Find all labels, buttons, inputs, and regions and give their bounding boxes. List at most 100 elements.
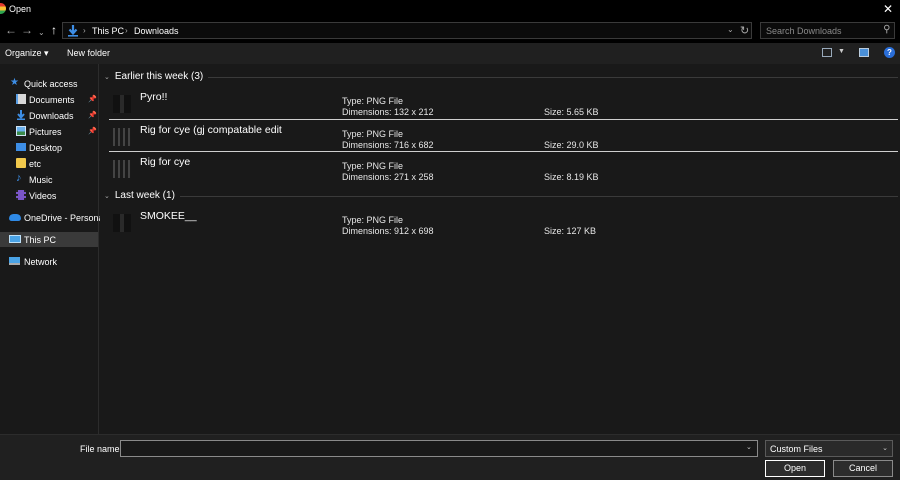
sidebar-item-label: Network: [24, 257, 58, 267]
sidebar-item-label: OneDrive - Personal: [24, 213, 106, 223]
breadcrumb-this-pc[interactable]: This PC: [92, 26, 124, 36]
sidebar-item-videos[interactable]: Videos: [0, 188, 98, 203]
file-dimensions: Dimensions: 912 x 698: [342, 226, 434, 236]
file-size: Size: 8.19 KB: [544, 172, 599, 182]
file-type-filter-select[interactable]: Custom Files ⌄: [765, 440, 893, 457]
search-box[interactable]: Search Downloads ⚲: [760, 22, 895, 39]
organize-button[interactable]: Organize ▾: [5, 48, 49, 59]
sidebar-item-label: Videos: [29, 191, 57, 201]
open-button[interactable]: Open: [765, 460, 825, 477]
forward-arrow-icon[interactable]: →: [21, 23, 33, 37]
sidebar-item-downloads[interactable]: Downloads 📌: [0, 108, 98, 123]
refresh-icon[interactable]: ↻: [740, 24, 749, 37]
navigation-pane: ★ Quick access Documents 📌 Downloads 📌 P…: [0, 64, 106, 434]
sidebar-item-onedrive[interactable]: OneDrive - Personal: [0, 210, 106, 225]
cloud-icon: [9, 214, 21, 221]
new-folder-button[interactable]: New folder: [67, 48, 110, 58]
file-size: Size: 127 KB: [544, 226, 597, 236]
file-name: Rig for cye (gj compatable edit: [140, 124, 282, 136]
file-dimensions: Dimensions: 271 x 258: [342, 172, 434, 182]
sidebar-item-label: Downloads: [29, 111, 74, 121]
videos-icon: [16, 190, 26, 200]
sidebar-item-music[interactable]: ♪ Music: [0, 172, 98, 187]
navigation-bar: ← → ⌄ ↑ › This PC › Downloads ⌄ ↻ Search…: [0, 19, 900, 43]
recent-locations-chevron-icon[interactable]: ⌄: [38, 26, 45, 40]
file-name-chevron-down-icon[interactable]: ⌄: [746, 443, 752, 451]
collapse-chevron-icon[interactable]: ⌄: [104, 192, 110, 200]
group-title: Last week (1): [114, 190, 175, 201]
download-icon: [68, 25, 78, 37]
window-title: Open: [9, 4, 32, 14]
title-bar: Open ✕: [0, 0, 900, 19]
download-icon: [17, 110, 25, 120]
app-icon: [0, 3, 6, 14]
file-name-label: File name:: [80, 444, 123, 454]
group-header-earlier-this-week[interactable]: ⌄ Earlier this week (3): [104, 71, 203, 82]
group-header-last-week[interactable]: ⌄ Last week (1): [104, 190, 175, 201]
sidebar-item-label: Desktop: [29, 143, 63, 153]
group-divider: [208, 77, 898, 78]
sidebar-item-etc[interactable]: etc: [0, 156, 98, 171]
chevron-down-icon: ⌄: [882, 445, 888, 452]
file-item-pyro[interactable]: Pyro!! Type: PNG File Dimensions: 132 x …: [109, 87, 898, 117]
desktop-icon: [16, 143, 26, 151]
collapse-chevron-icon[interactable]: ⌄: [104, 73, 110, 81]
pin-icon[interactable]: 📌: [88, 127, 97, 135]
star-icon: ★: [10, 77, 19, 88]
view-options-chevron-icon[interactable]: ▼: [838, 48, 845, 55]
preview-pane-icon[interactable]: [859, 48, 869, 57]
file-type: Type: PNG File: [342, 96, 404, 106]
file-type: Type: PNG File: [342, 129, 404, 139]
change-view-icon[interactable]: [822, 48, 832, 57]
sidebar-item-documents[interactable]: Documents 📌: [0, 92, 98, 107]
dialog-footer: File name: ⌄ Custom Files ⌄ Open Cancel: [0, 434, 900, 480]
sidebar-item-label: Documents: [29, 95, 75, 105]
sidebar-item-quick-access[interactable]: ★ Quick access: [0, 76, 98, 91]
file-name: Rig for cye: [140, 156, 191, 168]
image-thumbnail-icon: [113, 214, 131, 232]
file-item-rig-for-cye-edit[interactable]: Rig for cye (gj compatable edit Type: PN…: [109, 120, 898, 150]
up-arrow-icon[interactable]: ↑: [51, 23, 57, 37]
breadcrumb-separator-icon: ›: [83, 26, 86, 35]
pin-icon[interactable]: 📌: [88, 111, 97, 119]
file-name: SMOKEE__: [140, 210, 197, 222]
file-name: Pyro!!: [140, 91, 168, 103]
cancel-button[interactable]: Cancel: [833, 460, 893, 477]
sidebar-item-label: etc: [29, 159, 42, 169]
address-bar[interactable]: › This PC › Downloads ⌄ ↻: [62, 22, 752, 39]
help-icon[interactable]: ?: [884, 47, 895, 58]
file-name-input[interactable]: [120, 440, 758, 457]
network-icon: [9, 257, 20, 265]
sidebar-item-label: Pictures: [29, 127, 62, 137]
pictures-icon: [16, 126, 26, 136]
breadcrumb-downloads[interactable]: Downloads: [134, 26, 179, 36]
file-type: Type: PNG File: [342, 215, 404, 225]
file-type: Type: PNG File: [342, 161, 404, 171]
file-dimensions: Dimensions: 716 x 682: [342, 140, 434, 150]
sidebar-item-this-pc[interactable]: This PC: [0, 232, 98, 247]
search-input[interactable]: Search Downloads: [766, 26, 842, 36]
close-icon[interactable]: ✕: [883, 2, 893, 16]
music-icon: ♪: [16, 172, 22, 184]
sidebar-item-pictures[interactable]: Pictures 📌: [0, 124, 98, 139]
file-dimensions: Dimensions: 132 x 212: [342, 107, 434, 117]
group-divider: [180, 196, 898, 197]
file-size: Size: 29.0 KB: [544, 140, 599, 150]
file-list: ⌄ Earlier this week (3) Pyro!! Type: PNG…: [100, 64, 900, 434]
breadcrumb-separator-icon: ›: [125, 26, 128, 35]
image-thumbnail-icon: [113, 95, 131, 113]
sidebar-item-label: Music: [29, 175, 53, 185]
file-item-rig-for-cye[interactable]: Rig for cye Type: PNG File Dimensions: 2…: [109, 152, 898, 182]
file-item-smokee[interactable]: SMOKEE__ Type: PNG File Dimensions: 912 …: [109, 206, 898, 236]
group-title: Earlier this week (3): [114, 71, 204, 82]
file-type-filter-value: Custom Files: [770, 444, 823, 454]
file-size: Size: 5.65 KB: [544, 107, 599, 117]
sidebar-item-label: This PC: [24, 235, 57, 245]
sidebar-item-network[interactable]: Network: [0, 254, 98, 269]
pin-icon[interactable]: 📌: [88, 95, 97, 103]
documents-icon: [16, 94, 26, 104]
sidebar-item-desktop[interactable]: Desktop: [0, 140, 98, 155]
back-arrow-icon[interactable]: ←: [5, 23, 17, 37]
search-icon[interactable]: ⚲: [883, 24, 890, 35]
address-chevron-down-icon[interactable]: ⌄: [727, 25, 734, 34]
